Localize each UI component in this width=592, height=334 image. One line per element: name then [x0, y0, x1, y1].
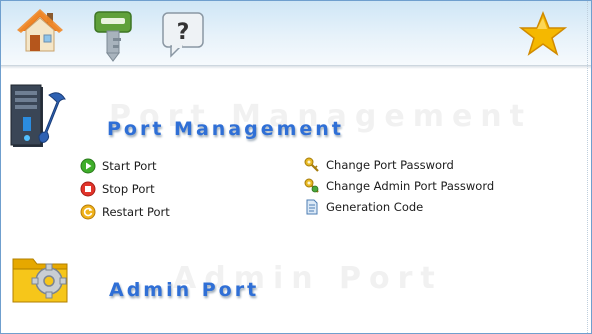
document-icon [304, 199, 320, 215]
change-port-password-label: Change Port Password [326, 158, 454, 172]
help-glyph: ? [177, 20, 190, 45]
favorite-star-icon[interactable] [518, 10, 568, 57]
home-icon[interactable] [17, 7, 63, 55]
start-port-label: Start Port [102, 159, 157, 173]
generation-code-link[interactable]: Generation Code [304, 199, 423, 215]
restart-icon [80, 204, 96, 220]
key-icon [304, 178, 320, 194]
key-icon [304, 157, 320, 173]
toolbar-shadow [1, 65, 591, 69]
stop-port-label: Stop Port [102, 182, 155, 196]
toolbar: ? [1, 1, 591, 66]
restart-port-link[interactable]: Restart Port [80, 204, 170, 220]
stop-port-link[interactable]: Stop Port [80, 181, 155, 197]
port-management-icon [9, 83, 73, 151]
restart-port-label: Restart Port [102, 205, 170, 219]
admin-port-icon [9, 249, 73, 307]
panel-divider [587, 1, 588, 333]
start-port-link[interactable]: Start Port [80, 158, 157, 174]
change-admin-port-password-label: Change Admin Port Password [326, 179, 495, 193]
change-port-password-link[interactable]: Change Port Password [304, 157, 454, 173]
stop-icon [80, 181, 96, 197]
key-icon[interactable] [93, 10, 133, 62]
change-admin-port-password-link[interactable]: Change Admin Port Password [304, 178, 494, 194]
help-icon[interactable]: ? [161, 11, 205, 59]
admin-port-title: Admin Port [109, 279, 260, 301]
start-icon [80, 158, 96, 174]
port-management-title: Port Management [107, 118, 344, 140]
port-manager-window: ? Port Management Port Management Start … [0, 0, 592, 334]
generation-code-label: Generation Code [326, 200, 424, 214]
